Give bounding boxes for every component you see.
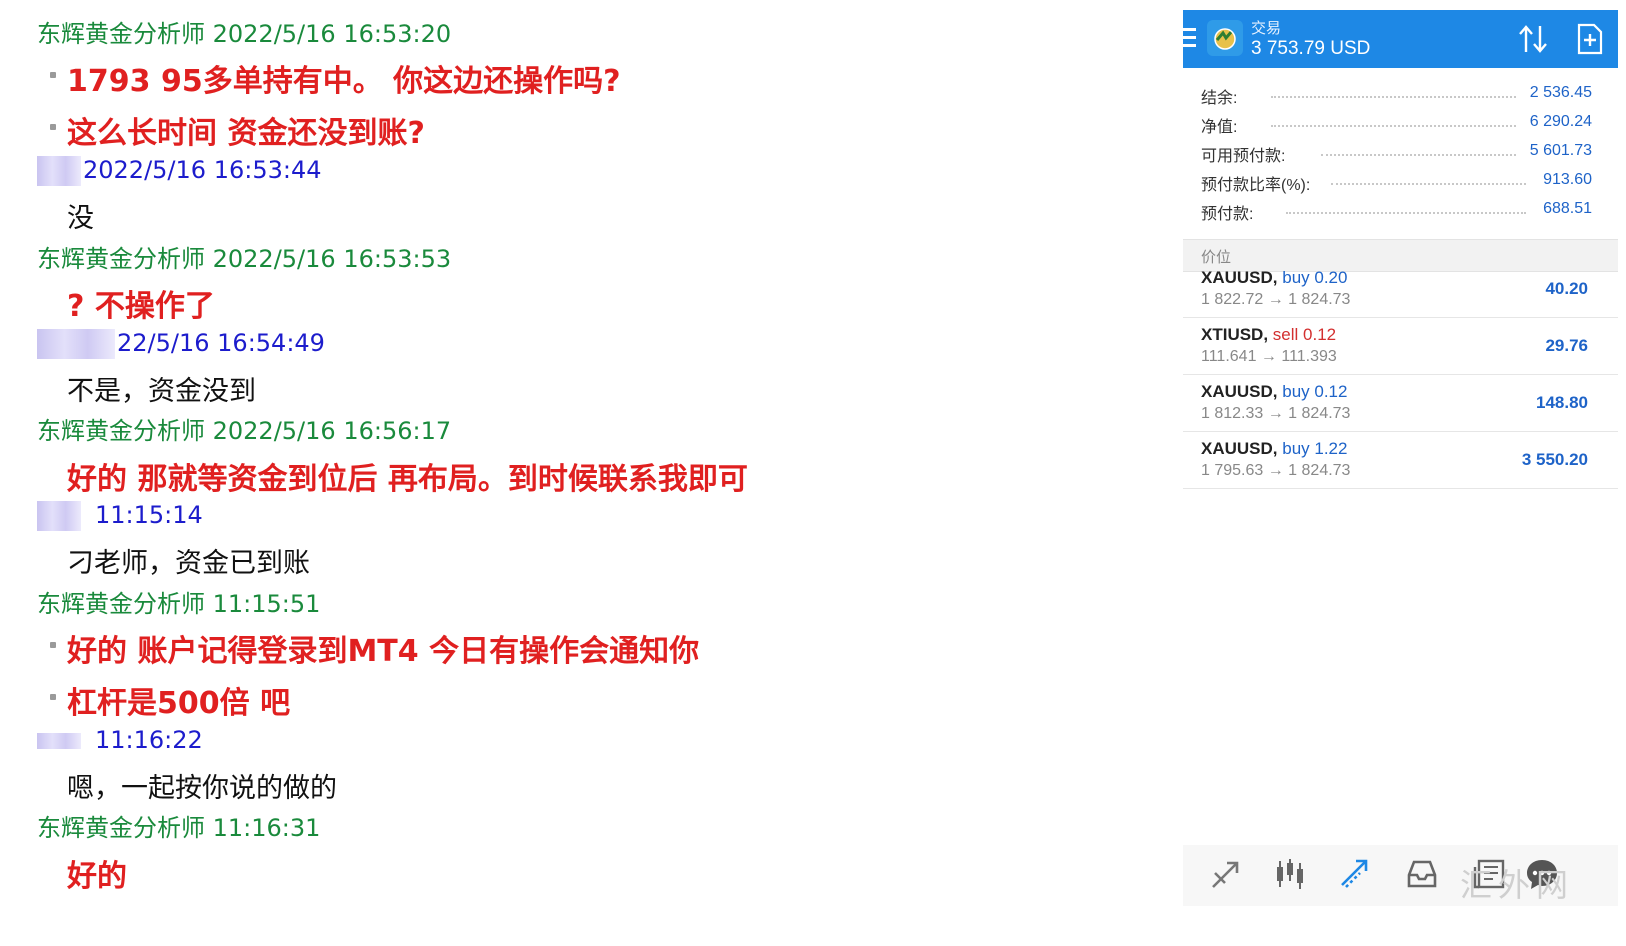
analyst-message: 好的 [67, 859, 127, 894]
client-message: 不是，资金没到 [67, 376, 256, 407]
analyst-message: 好的 那就等资金到位后 再布局。到时候联系我即可 [67, 462, 748, 497]
analyst-message: 1793 95多单持有中。 你这边还操作吗? [67, 64, 621, 99]
analyst-message: 好的 账户记得登录到MT4 今日有操作会通知你 [67, 634, 700, 669]
mt4-logo-icon [1207, 20, 1243, 56]
analyst-message: ? 不操作了 [67, 289, 215, 324]
summary-margin: 预付款: 688.51 [1201, 200, 1592, 223]
history-inbox-icon[interactable] [1405, 857, 1439, 891]
sender-header: 东辉黄金分析师 2022/5/16 16:53:53 [37, 245, 452, 273]
menu-icon[interactable] [1183, 28, 1196, 48]
position-row[interactable]: XAUUSD, buy 1.22 1 795.63 → 1 824.73 3 5… [1183, 432, 1618, 489]
sender-header: 东辉黄金分析师 11:16:31 [37, 814, 321, 842]
summary-margin-level: 预付款比率(%): 913.60 [1201, 171, 1592, 194]
quotes-icon[interactable] [1209, 857, 1243, 891]
chart-candles-icon[interactable] [1273, 857, 1307, 891]
sort-arrows-icon[interactable] [1516, 22, 1552, 56]
blurred-name [37, 501, 81, 531]
sender-header: 东辉黄金分析师 2022/5/16 16:53:20 [37, 20, 452, 48]
bullet-dot [50, 124, 56, 130]
summary-free-margin: 可用预付款: 5 601.73 [1201, 142, 1592, 165]
summary-balance: 结余: 2 536.45 [1201, 84, 1592, 107]
app-top-bar: 交易 3 753.79 USD [1183, 10, 1618, 68]
client-header: 22/5/16 16:54:49 [37, 329, 325, 359]
header-balance: 3 753.79 USD [1251, 38, 1371, 59]
watermark: 汇外网 [1460, 866, 1575, 904]
trade-icon[interactable] [1338, 857, 1372, 891]
blurred-name [37, 156, 81, 186]
analyst-message: 这么长时间 资金还没到账? [67, 116, 425, 151]
client-message: 刁老师，资金已到账 [67, 548, 310, 579]
client-header: 11:16:22 [37, 726, 203, 754]
blurred-name [37, 329, 115, 359]
position-row[interactable]: XAUUSD, buy 0.12 1 812.33 → 1 824.73 148… [1183, 375, 1618, 432]
client-header: 2022/5/16 16:53:44 [37, 156, 321, 186]
client-header: 11:15:14 [37, 501, 203, 531]
analyst-message: 杠杆是500倍 吧 [67, 686, 291, 721]
sender-header: 东辉黄金分析师 2022/5/16 16:56:17 [37, 417, 452, 445]
mt4-trade-panel: 交易 3 753.79 USD 结余: 2 536.45 净值: 6 290.2… [1183, 10, 1618, 946]
sender-header: 东辉黄金分析师 11:15:51 [37, 590, 321, 618]
chat-log: 东辉黄金分析师 2022/5/16 16:53:20 1793 95多单持有中。… [0, 0, 1160, 946]
blurred-name [37, 733, 81, 749]
client-message: 嗯，一起按你说的做的 [67, 773, 337, 804]
client-message: 没 [67, 203, 94, 234]
position-row[interactable]: XAUUSD, buy 0.20 1 822.72 → 1 824.73 40.… [1183, 261, 1618, 318]
screen-title: 交易 [1251, 20, 1282, 37]
new-order-icon[interactable] [1576, 23, 1604, 55]
bullet-dot [50, 694, 56, 700]
bullet-dot [50, 642, 56, 648]
position-row[interactable]: XTIUSD, sell 0.12 111.641 → 111.393 29.7… [1183, 318, 1618, 375]
summary-equity: 净值: 6 290.24 [1201, 113, 1592, 136]
bullet-dot [50, 72, 56, 78]
